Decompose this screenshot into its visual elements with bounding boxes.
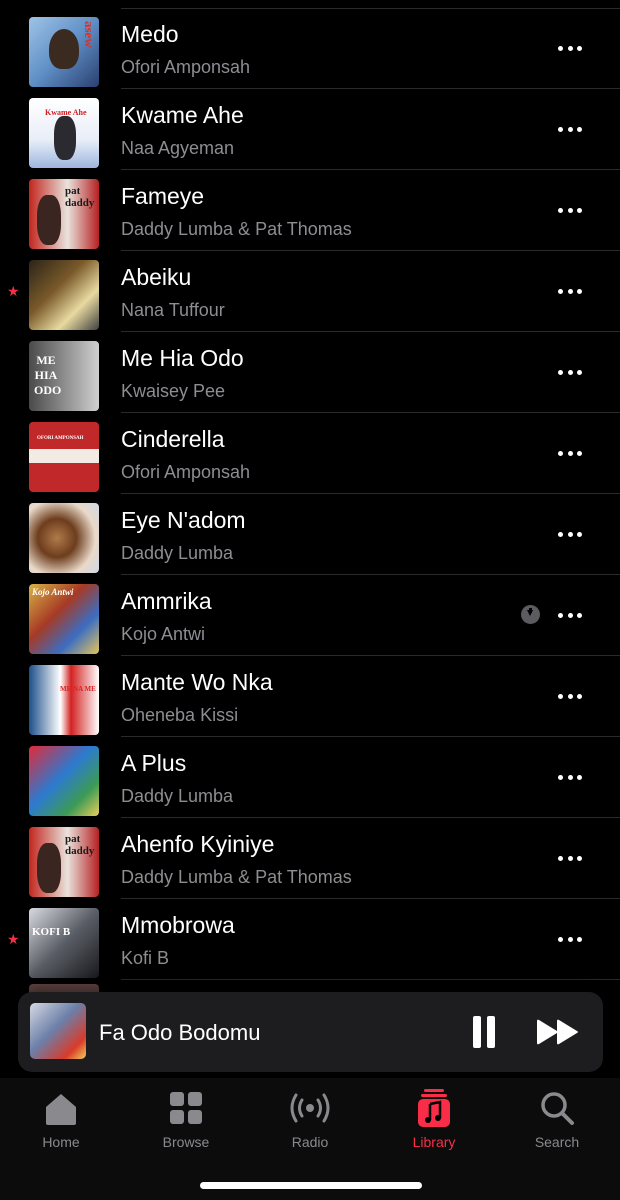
song-row[interactable]: ME NA ME Mante Wo Nka Oheneba Kissi [0, 656, 620, 737]
ellipsis-icon[interactable] [554, 281, 586, 301]
song-title: Medo [121, 21, 179, 47]
song-artist: Daddy Lumba [121, 786, 234, 806]
star-icon: ★ [7, 283, 20, 299]
ellipsis-icon[interactable] [554, 605, 586, 625]
album-art: Kwame Ahe [29, 98, 99, 168]
song-title: A Plus [121, 750, 187, 776]
fast-forward-icon [537, 1019, 578, 1045]
song-row[interactable]: pat daddy Fameye Daddy Lumba & Pat Thoma… [0, 170, 620, 251]
ellipsis-icon[interactable] [554, 929, 586, 949]
album-art: pat daddy [29, 827, 99, 897]
ellipsis-icon[interactable] [554, 848, 586, 868]
tab-label: Search [534, 1134, 580, 1150]
song-artist: Kojo Antwi [121, 624, 206, 644]
song-artist: Ofori Amponsah [121, 57, 251, 77]
song-artist: Kwaisey Pee [121, 381, 226, 401]
album-art-text: pat daddy [65, 185, 95, 209]
song-title: Ammrika [121, 588, 212, 614]
album-art-text: Kojo Antwi [32, 587, 74, 597]
star-icon: ★ [7, 931, 20, 947]
radio-icon [290, 1093, 330, 1123]
song-title: Kwame Ahe [121, 102, 244, 128]
library-icon [418, 1089, 450, 1127]
ellipsis-icon[interactable] [554, 38, 586, 58]
song-row[interactable]: asew Medo Ofori Amponsah [0, 8, 620, 89]
song-row[interactable]: Eye N'adom Daddy Lumba [0, 494, 620, 575]
song-artist: Daddy Lumba & Pat Thomas [121, 867, 352, 887]
song-artist: Oheneba Kissi [121, 705, 239, 725]
row-divider [121, 979, 620, 980]
tab-label: Home [42, 1134, 80, 1150]
song-title: Fameye [121, 183, 205, 209]
tab-library[interactable]: Library [384, 1088, 484, 1150]
album-art: ME NA ME [29, 665, 99, 735]
grid-icon [170, 1092, 202, 1124]
ellipsis-icon[interactable] [554, 200, 586, 220]
song-row[interactable]: A Plus Daddy Lumba [0, 737, 620, 818]
album-art: Kojo Antwi [29, 584, 99, 654]
song-artist: Daddy Lumba [121, 543, 234, 563]
now-playing-art [30, 1003, 86, 1059]
album-art [29, 503, 99, 573]
fast-forward-button[interactable] [536, 1019, 580, 1045]
pause-button[interactable] [471, 1016, 497, 1048]
song-title: Eye N'adom [121, 507, 246, 533]
ellipsis-icon[interactable] [554, 524, 586, 544]
tab-browse[interactable]: Browse [136, 1088, 236, 1150]
song-artist: Ofori Amponsah [121, 462, 251, 482]
song-title: Mante Wo Nka [121, 669, 273, 695]
song-row[interactable]: pat daddy Ahenfo Kyiniye Daddy Lumba & P… [0, 818, 620, 899]
album-art: pat daddy [29, 179, 99, 249]
song-row[interactable]: ★ KOFI B Mmobrowa Kofi B [0, 899, 620, 980]
download-icon[interactable] [521, 605, 540, 624]
album-art [29, 260, 99, 330]
song-artist: Nana Tuffour [121, 300, 225, 320]
ellipsis-icon[interactable] [554, 362, 586, 382]
tab-home[interactable]: Home [11, 1088, 111, 1150]
album-art: asew [29, 17, 99, 87]
song-title: Abeiku [121, 264, 192, 290]
tab-radio[interactable]: Radio [260, 1088, 360, 1150]
song-artist: Kofi B [121, 948, 170, 968]
ellipsis-icon[interactable] [554, 767, 586, 787]
song-row[interactable]: ★ Abeiku Nana Tuffour [0, 251, 620, 332]
album-art-text: ME NA ME [60, 685, 96, 693]
ellipsis-icon[interactable] [554, 119, 586, 139]
tab-label: Browse [162, 1134, 210, 1150]
album-art: ME HIA ODO [29, 341, 99, 411]
tab-search[interactable]: Search [507, 1088, 607, 1150]
search-icon [541, 1092, 574, 1125]
album-art-text: KOFI B [32, 926, 71, 938]
song-title: Cinderella [121, 426, 225, 452]
ellipsis-icon[interactable] [554, 443, 586, 463]
mini-player[interactable]: Fa Odo Bodomu [18, 992, 603, 1072]
song-row[interactable]: OFORI AMPONSAH Cinderella Ofori Amponsah [0, 413, 620, 494]
tab-label: Library [412, 1134, 456, 1150]
home-indicator[interactable] [200, 1182, 422, 1189]
song-artist: Daddy Lumba & Pat Thomas [121, 219, 352, 239]
album-art [29, 746, 99, 816]
album-art: OFORI AMPONSAH [29, 422, 99, 492]
song-title: Me Hia Odo [121, 345, 244, 371]
album-art-text: asew [82, 21, 97, 48]
ellipsis-icon[interactable] [554, 686, 586, 706]
album-art-text: ME HIA ODO [34, 353, 62, 397]
song-row[interactable]: ME HIA ODO Me Hia Odo Kwaisey Pee [0, 332, 620, 413]
now-playing-title: Fa Odo Bodomu [99, 1020, 261, 1045]
song-row[interactable]: Kojo Antwi Ammrika Kojo Antwi [0, 575, 620, 656]
song-title: Ahenfo Kyiniye [121, 831, 275, 857]
tab-label: Radio [291, 1134, 329, 1150]
album-art-text: OFORI AMPONSAH [37, 436, 84, 441]
song-title: Mmobrowa [121, 912, 235, 938]
home-icon [46, 1094, 76, 1125]
album-art-text: Kwame Ahe [45, 108, 87, 117]
song-row[interactable]: Kwame Ahe Kwame Ahe Naa Agyeman [0, 89, 620, 170]
album-art: KOFI B [29, 908, 99, 978]
song-artist: Naa Agyeman [121, 138, 235, 158]
album-art-text: pat daddy [65, 833, 95, 857]
